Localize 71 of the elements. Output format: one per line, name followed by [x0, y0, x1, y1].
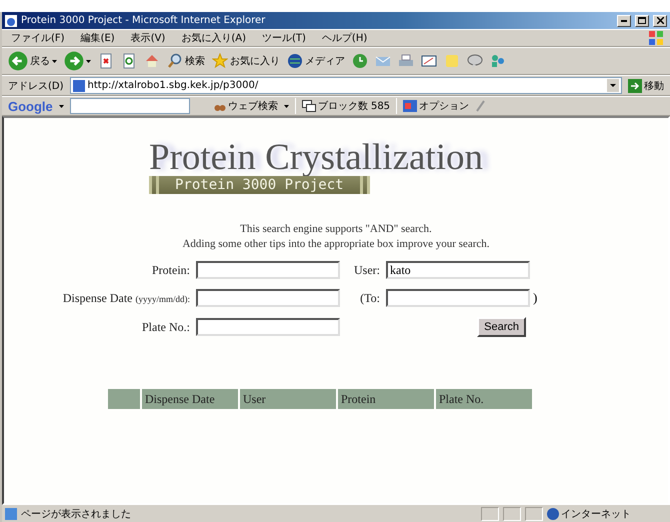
- home-icon[interactable]: [144, 53, 160, 69]
- minimize-button[interactable]: [617, 14, 631, 26]
- dropdown-icon[interactable]: [607, 79, 619, 92]
- go-label[interactable]: 移動: [644, 78, 664, 92]
- text-field[interactable]: [386, 289, 530, 307]
- history-icon[interactable]: [352, 53, 368, 69]
- address-label: アドレス(D): [8, 80, 64, 92]
- popup-block-icon: [302, 100, 316, 112]
- field-label: User:: [353, 262, 381, 278]
- star-icon[interactable]: [212, 53, 228, 69]
- field-label: (To:: [359, 290, 381, 306]
- speech-bubble-icon[interactable]: [467, 53, 483, 69]
- menu-item[interactable]: ツール(T): [259, 31, 309, 45]
- google-logo: Google: [8, 98, 53, 114]
- menu-item[interactable]: 表示(V): [128, 31, 168, 45]
- text-field[interactable]: [196, 318, 340, 336]
- status-pane: [481, 506, 499, 520]
- search-icon[interactable]: [167, 53, 183, 69]
- field-label: Protein:: [151, 262, 191, 278]
- close-icon: [656, 17, 664, 24]
- minimize-icon: [621, 20, 627, 22]
- intro-text: This search engine supports "AND" search.: [239, 222, 433, 237]
- maximize-button[interactable]: [635, 14, 649, 26]
- dropdown-icon[interactable]: [86, 60, 91, 62]
- text-field[interactable]: [196, 289, 340, 307]
- web-search-button[interactable]: ウェブ検索: [228, 99, 278, 113]
- search-field[interactable]: [70, 98, 190, 114]
- dropdown-icon[interactable]: [284, 104, 289, 108]
- text-field[interactable]: kato: [386, 261, 530, 279]
- options-icon: [403, 100, 418, 112]
- column-header: User: [240, 389, 336, 409]
- zone-text: インターネット: [561, 508, 631, 520]
- search-button[interactable]: Search: [477, 317, 526, 337]
- status-pane: [503, 506, 521, 520]
- printer-icon[interactable]: [398, 53, 414, 69]
- text-field[interactable]: [196, 261, 340, 279]
- column-header: Dispense Date: [142, 389, 238, 409]
- browser-icon: [5, 14, 17, 26]
- column-header: Plate No.: [436, 389, 532, 409]
- closing-parenthesis: ): [533, 290, 538, 306]
- options-button[interactable]: オプション: [419, 99, 470, 113]
- menu-item[interactable]: ヘルプ(H): [318, 31, 370, 45]
- dropdown-icon[interactable]: [52, 60, 57, 62]
- menu-item[interactable]: お気に入り(A): [178, 31, 249, 45]
- stop-icon[interactable]: [98, 53, 114, 69]
- status-pane: [525, 506, 543, 520]
- globe-icon[interactable]: [287, 53, 303, 69]
- toolbar-label[interactable]: 戻る: [30, 54, 50, 68]
- address-field[interactable]: http://xtalrobo1.sbg.kek.jp/p3000/: [70, 77, 622, 94]
- go-arrow-icon[interactable]: [628, 78, 642, 92]
- menu-item[interactable]: ファイル(F): [8, 31, 68, 45]
- toolbar-label[interactable]: 検索: [185, 54, 205, 68]
- project-banner: Protein 3000 Project: [149, 176, 370, 194]
- refresh-icon[interactable]: [121, 53, 137, 69]
- field-label: Dispense Date (yyyy/mm/dd):: [62, 290, 191, 306]
- globe-icon: [547, 508, 559, 520]
- column-header: [108, 389, 140, 409]
- toolbar-label[interactable]: メディア: [305, 54, 345, 68]
- status-text: ページが表示されました: [21, 508, 132, 520]
- page-title: Protein Crystallization: [149, 138, 483, 178]
- column-header: Protein: [338, 389, 434, 409]
- intro-text: Adding some other tips into the appropriate box improve your search.: [182, 237, 490, 252]
- popup-block-count[interactable]: ブロック数 585: [318, 99, 390, 113]
- maximize-icon: [638, 17, 646, 24]
- field-label: Plate No.:: [141, 320, 191, 334]
- windows-logo-icon: [648, 30, 664, 46]
- toolbar-label[interactable]: お気に入り: [230, 54, 280, 68]
- dropdown-icon[interactable]: [58, 104, 64, 108]
- close-button[interactable]: [653, 14, 667, 26]
- menu-item[interactable]: 編集(E): [78, 31, 118, 45]
- window-title: Protein 3000 Project - Microsoft Internet Explorer: [21, 15, 266, 26]
